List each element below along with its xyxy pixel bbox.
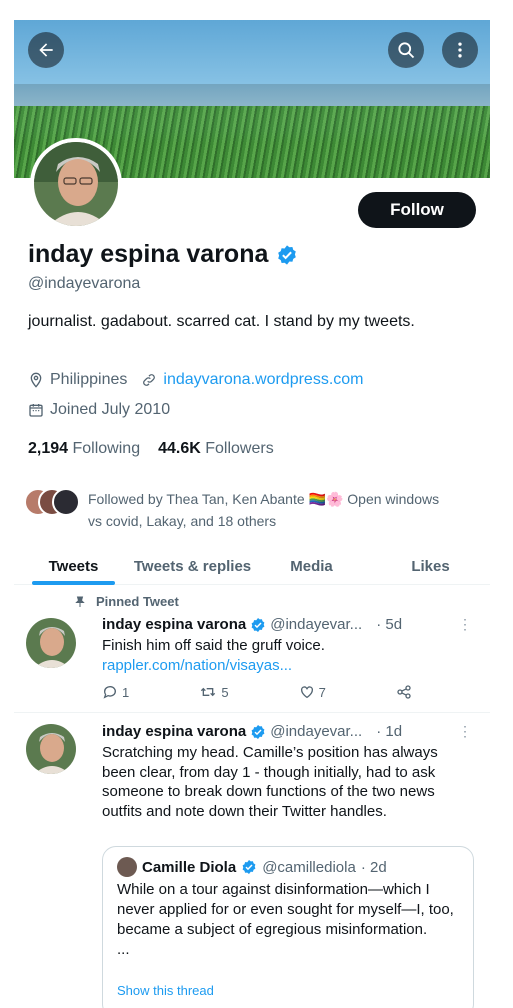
tweet-header: inday espina varona @indayevar... · 1d — [102, 723, 402, 740]
quoted-author-handle: @camillediola — [262, 858, 356, 876]
tweet-header: inday espina varona @indayevar... · 5d — [102, 616, 402, 633]
quoted-tweet[interactable]: Camille Diola @camillediola · 2d While o… — [102, 846, 474, 1008]
profile-avatar[interactable] — [30, 138, 122, 230]
retweet-button[interactable]: 5 — [199, 684, 229, 700]
quoted-tweet-text: While on a tour against disinformation—w… — [117, 881, 454, 958]
tab-likes[interactable]: Likes — [371, 548, 490, 584]
verified-badge-icon — [278, 244, 297, 265]
pin-icon — [75, 596, 85, 607]
followed-by-avatars — [24, 488, 80, 516]
tweet-time[interactable]: · 5d — [376, 616, 402, 633]
follow-button[interactable]: Follow — [358, 192, 476, 228]
profile-meta-joined: Joined July 2010 — [28, 401, 170, 419]
profile-name: inday espina varona — [28, 240, 269, 268]
verified-badge-icon — [251, 724, 265, 739]
pinned-tweet-label: Pinned Tweet — [74, 594, 179, 609]
tweet-more-icon[interactable]: ⋮ — [458, 616, 472, 633]
following-link[interactable]: 2,194 Following — [28, 440, 140, 458]
tweet-text: Scratching my head. Camille’s position h… — [102, 744, 438, 820]
profile-tabs: Tweets Tweets & replies Media Likes — [14, 548, 490, 585]
tab-tweets[interactable]: Tweets — [14, 548, 133, 585]
tweet-author-avatar[interactable] — [26, 618, 76, 668]
tweet-time[interactable]: · 1d — [376, 723, 402, 740]
location-pin-icon — [30, 372, 42, 388]
tweet-author-name[interactable]: inday espina varona — [102, 723, 246, 740]
followers-link[interactable]: 44.6K Followers — [158, 440, 274, 458]
quoted-author-avatar — [117, 857, 137, 877]
followed-by-text: Followed by Thea Tan, Ken Abante 🏳️‍🌈🌸 O… — [88, 491, 440, 529]
profile-location: Philippines — [50, 371, 128, 388]
like-icon — [300, 686, 313, 699]
tweet-author-handle[interactable]: @indayevar... — [270, 616, 362, 633]
tab-media[interactable]: Media — [252, 548, 371, 584]
tweet-link[interactable]: rappler.com/nation/visayas... — [102, 656, 472, 676]
reply-button[interactable]: 1 — [102, 684, 129, 700]
link-icon — [143, 374, 156, 386]
profile-screen: Follow inday espina varona @indayevarona… — [14, 20, 490, 1008]
tweet-more-icon[interactable]: ⋮ — [458, 723, 472, 740]
show-thread-link[interactable]: Show this thread — [117, 983, 214, 998]
tweet-divider — [14, 712, 490, 713]
back-arrow-icon — [39, 43, 53, 57]
profile-bio: journalist. gadabout. scarred cat. I sta… — [28, 313, 415, 330]
verified-badge-icon — [242, 860, 256, 874]
retweet-icon — [201, 687, 216, 697]
quoted-author-name: Camille Diola — [142, 858, 237, 876]
tweet-actions: 1 5 7 — [102, 684, 412, 700]
profile-name-row: inday espina varona — [28, 240, 298, 269]
back-button[interactable] — [28, 32, 64, 68]
profile-meta-location-website: Philippines indayvarona.wordpress.com — [28, 371, 363, 389]
tweet-author-avatar[interactable] — [26, 724, 76, 774]
calendar-icon — [29, 404, 43, 417]
profile-stats: 2,194 Following 44.6K Followers — [28, 440, 274, 458]
search-button[interactable] — [388, 32, 424, 68]
share-button[interactable] — [396, 684, 412, 700]
quoted-tweet-header: Camille Diola @camillediola · 2d — [117, 857, 387, 877]
tab-tweets-replies[interactable]: Tweets & replies — [133, 548, 252, 584]
tweet-author-name[interactable]: inday espina varona — [102, 616, 246, 633]
verified-badge-icon — [251, 617, 265, 632]
search-icon — [398, 42, 415, 59]
profile-website-link[interactable]: indayvarona.wordpress.com — [163, 371, 363, 389]
tweet-author-handle[interactable]: @indayevar... — [270, 723, 362, 740]
like-button[interactable]: 7 — [299, 684, 326, 700]
share-icon — [397, 685, 411, 699]
more-button[interactable] — [442, 32, 478, 68]
profile-joined: Joined July 2010 — [50, 401, 171, 418]
quoted-tweet-time: · 2d — [360, 858, 387, 876]
followed-by-row[interactable]: Followed by Thea Tan, Ken Abante 🏳️‍🌈🌸 O… — [24, 488, 448, 532]
reply-icon — [103, 686, 116, 699]
profile-handle: @indayevarona — [28, 275, 141, 292]
tweet-text: Finish him off said the gruff voice. rap… — [102, 636, 472, 675]
more-vertical-icon — [458, 42, 462, 58]
